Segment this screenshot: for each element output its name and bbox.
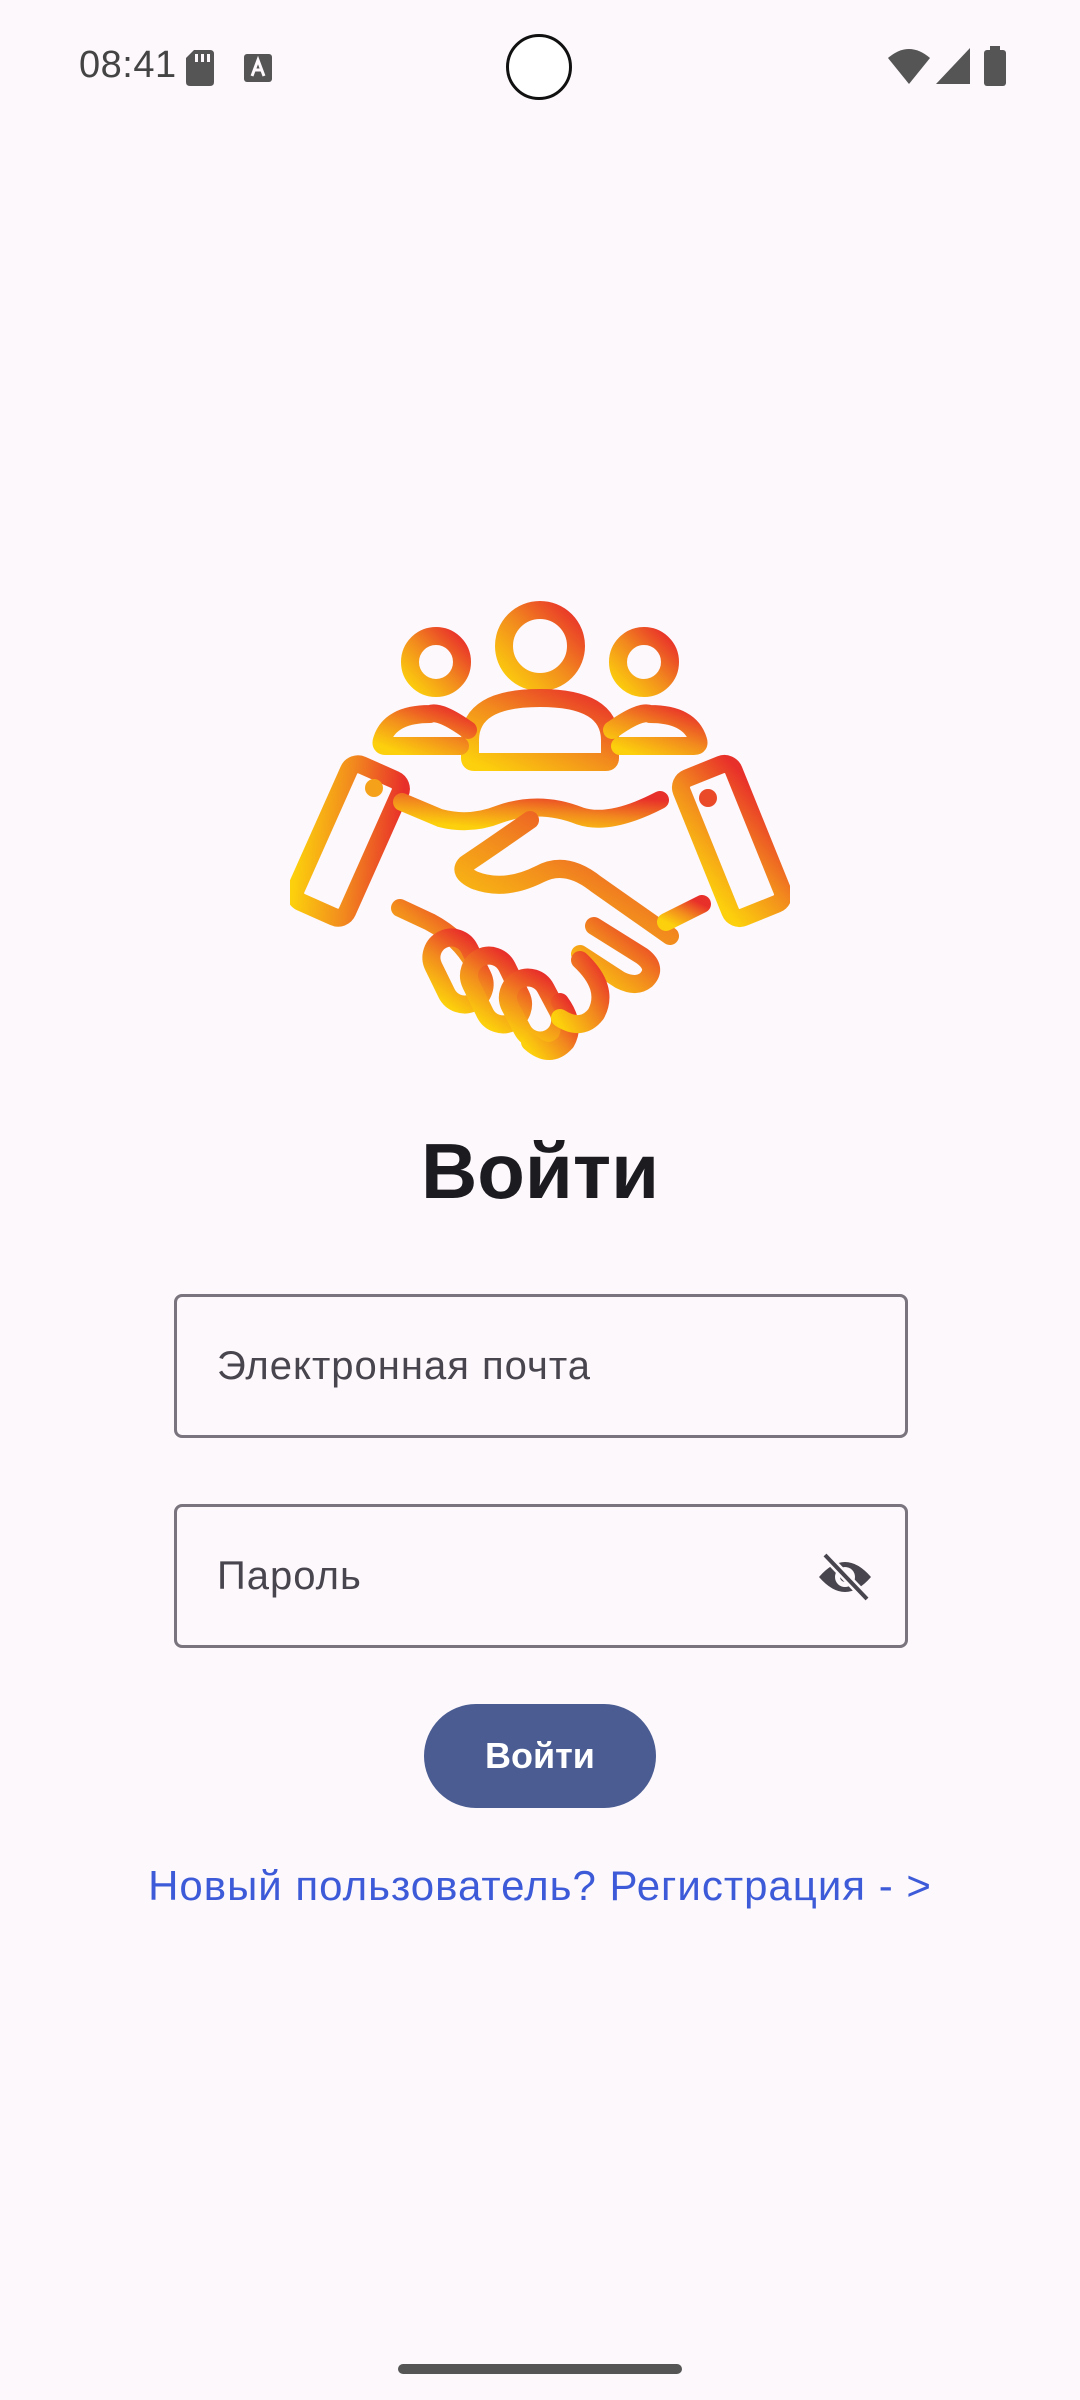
wifi-icon xyxy=(888,49,930,84)
email-field[interactable]: Электронная почта xyxy=(174,1294,908,1438)
page-title: Войти xyxy=(420,1127,660,1215)
login-button[interactable]: Войти xyxy=(424,1704,656,1808)
password-field[interactable]: Пароль xyxy=(174,1504,908,1648)
sd-card-icon xyxy=(186,50,214,86)
eye-off-icon[interactable] xyxy=(815,1551,875,1603)
status-time: 08:41 xyxy=(79,44,177,86)
status-bar: 08:41 xyxy=(0,0,1080,136)
login-screen: 08:41 Войти Электронная почта Пароль Вой… xyxy=(0,0,1080,2400)
register-link[interactable]: Новый пользователь? Регистрация - > xyxy=(0,1862,1080,1910)
gesture-nav-handle[interactable] xyxy=(398,2364,682,2374)
handshake-team-icon xyxy=(290,601,790,1060)
email-placeholder: Электронная почта xyxy=(217,1344,591,1388)
text-a-icon xyxy=(244,54,272,82)
battery-icon xyxy=(984,46,1006,86)
password-placeholder: Пароль xyxy=(217,1554,362,1598)
signal-icon xyxy=(936,48,970,84)
camera-cutout xyxy=(506,34,572,100)
